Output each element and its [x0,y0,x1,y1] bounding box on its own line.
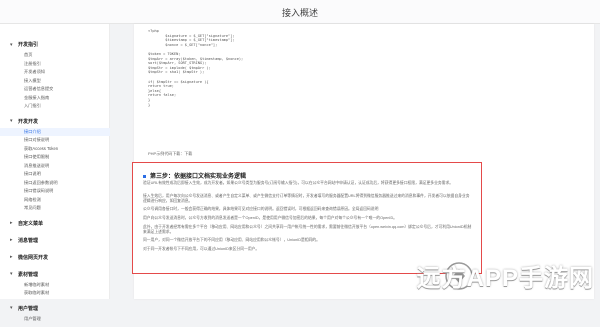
sidebar-item[interactable]: 接口说明 [0,170,110,179]
sidebar-section-label: 用户管理 [18,305,38,312]
step-paragraph: 公众号调用各接口时，一般会获得正确的结果，具体结果可见对应接口的说明。返回错误时… [143,207,473,212]
sidebar-item[interactable]: 获取临时素材 [0,289,110,298]
chevron-icon: ▾ [10,118,18,124]
sidebar-item[interactable]: 接口对接说明 [0,136,110,145]
sidebar-item[interactable]: 获取Access Token [0,145,110,154]
sidebar-item[interactable]: 接入模型 [0,77,110,86]
sidebar-section-3[interactable]: ▸消息管理 [0,234,110,247]
step-paragraph: 此外，由于开发者经常有需在多个平台（移动应用、网站应用和公众号）之间共享同一用户… [143,225,473,235]
step-title: 第三步：依据接口文档实现业务逻辑 [143,171,246,180]
step-title-text: 第三步：依据接口文档实现业务逻辑 [150,174,246,180]
chevron-icon: ▸ [10,254,18,260]
sidebar-section-4[interactable]: ▸微信网页开发 [0,251,110,264]
sidebar-section-2[interactable]: ▸自定义菜单 [0,217,110,230]
sidebar-item[interactable]: 注册指引 [0,60,110,69]
sidebar-section-label: 自定义菜单 [18,220,43,227]
step-paragraph: 用户向公众号发送消息时，公众号方收到的消息发送者是一个OpenID，是使用用户微… [143,216,473,221]
watermark-text: 远方APP手游网 [417,258,594,293]
code-line: } [148,103,448,108]
top-bar: 接入概述 [0,0,600,24]
sidebar-item[interactable]: 金服接入指南 [0,94,110,103]
code-download-note[interactable]: PHP示例代码下载：下载 [148,151,192,157]
sidebar-item[interactable]: 接口使用限制 [0,153,110,162]
chevron-icon: ▾ [10,305,18,311]
sidebar-item[interactable]: 用户管理 [0,315,110,324]
chevron-icon: ▸ [10,237,18,243]
sidebar-section-label: 消息管理 [18,237,38,244]
chevron-icon: ▾ [10,42,18,48]
sidebar-gap [0,323,110,327]
sidebar-item[interactable]: 接口返回参数说明 [0,179,110,188]
step-paragraph: 接入生效后，用户每次向公众号发送消息、或者产生自定义菜单、或产生微信支付订单等情… [143,194,473,204]
bullet-icon [143,175,146,178]
sidebar-nav: ▾开发指引首页注册指引开发者须知接入模型运营者信息提交金服接入指南入门指引▾开发… [0,38,110,327]
sidebar-section-label: 开发开发 [18,118,38,125]
page-title: 接入概述 [0,6,600,19]
chevron-icon: ▸ [10,220,18,226]
code-block: <?php $signature = $_GET["signature"]; $… [148,29,448,107]
sidebar-section-1[interactable]: ▾开发开发 [0,115,110,128]
sidebar-section-label: 微信网页开发 [18,254,48,261]
sidebar-item[interactable]: 消息推送说明 [0,162,110,171]
sidebar-section-6[interactable]: ▾用户管理 [0,302,110,315]
sidebar-item[interactable]: 入门指引 [0,102,110,111]
sidebar-section-label: 素材管理 [18,271,38,278]
step-paragraph: 对于同一开发者帐号下不同应用，可以通过UnionID来区分同一用户。 [143,247,473,252]
sidebar-section-0[interactable]: ▾开发指引 [0,38,110,51]
sidebar-item[interactable]: 首页 [0,51,110,60]
sidebar-item[interactable]: 运营者信息提交 [0,85,110,94]
sidebar-item[interactable]: 接口错误码说明 [0,187,110,196]
chevron-icon: ▾ [10,271,18,277]
sidebar-item[interactable]: 常见问题 [0,204,110,213]
step-paragraph: 验证URL有效性成功后即接入生效，成为开发者。如果公众号类型为服务号(订阅号输入… [143,181,473,186]
sidebar-section-5[interactable]: ▾素材管理 [0,268,110,281]
sidebar-section-label: 开发指引 [18,41,38,48]
step-paragraph: 同一用户，对同一个微信开放平台下的不同应用（移动应用、网站应用和公众帐号），Un… [143,238,473,243]
sidebar-item[interactable]: 网络检测 [0,196,110,205]
sidebar-item[interactable]: 接口介绍 [0,128,110,137]
sidebar-item[interactable]: 新增临时素材 [0,281,110,290]
sidebar: ▾开发指引首页注册指引开发者须知接入模型运营者信息提交金服接入指南入门指引▾开发… [0,24,110,299]
sidebar-item[interactable]: 开发者须知 [0,68,110,77]
